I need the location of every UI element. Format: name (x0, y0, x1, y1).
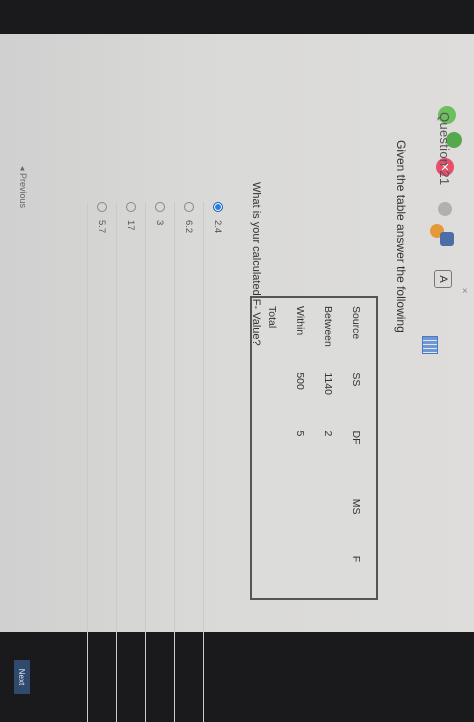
calculator-icon[interactable] (422, 336, 438, 354)
table-cell: 500 (294, 372, 306, 390)
table-row: Within 500 5 (286, 302, 314, 594)
table-row: Total (258, 302, 286, 594)
table-cell (314, 552, 342, 594)
radio-icon[interactable] (126, 202, 136, 212)
close-icon[interactable]: × (462, 286, 468, 297)
option-label: 2.4 (212, 220, 224, 234)
table-cell: 5 (294, 430, 306, 437)
table-cell (286, 495, 314, 552)
table-row: Between 1140 2 (314, 302, 342, 594)
table-cell (258, 495, 286, 552)
radio-icon[interactable] (97, 202, 107, 212)
col-header-f: F (350, 555, 362, 563)
table-cell: Total (266, 306, 278, 329)
option-label: 17 (125, 220, 137, 231)
col-header-ss: SS (350, 372, 362, 387)
question-prompt: Given the table answer the following (394, 140, 408, 333)
table-cell (314, 495, 342, 552)
answer-option[interactable]: 5.7 (87, 202, 116, 722)
quiz-page: Question 21 Given the table answer the f… (0, 74, 460, 722)
answer-option[interactable]: 2.4 (203, 202, 232, 722)
next-button[interactable]: Next (14, 660, 30, 694)
table-cell: 2 (322, 430, 334, 437)
monitor-screen: ✕ A × Question 21 Given the table answer… (0, 34, 474, 722)
option-label: 3 (154, 220, 166, 226)
option-label: 6.2 (183, 220, 195, 234)
table-header-row: Source SS DF MS F (342, 302, 370, 594)
table-cell: 1140 (322, 372, 334, 395)
anova-table: Source SS DF MS F Between 1140 2 Within … (250, 296, 378, 600)
answer-option[interactable]: 3 (145, 202, 174, 722)
col-header-df: DF (350, 430, 362, 445)
answer-options: 2.4 6.2 3 17 5.7 (87, 202, 232, 722)
table-cell: Within (294, 306, 306, 336)
radio-selected-icon[interactable] (213, 202, 223, 212)
table-cell (258, 552, 286, 594)
table-cell: Between (322, 306, 334, 347)
f-value-question: What is your calculated F- Value? (250, 182, 262, 346)
col-header-ms: MS (350, 498, 362, 515)
radio-icon[interactable] (184, 202, 194, 212)
table-cell (258, 427, 286, 495)
radio-icon[interactable] (155, 202, 165, 212)
table-cell (286, 552, 314, 594)
answer-option[interactable]: 17 (116, 202, 145, 722)
previous-button[interactable]: ◂ Previous (17, 166, 28, 208)
col-header-source: Source (350, 306, 362, 340)
question-number: Question 21 (437, 112, 452, 186)
option-label: 5.7 (96, 220, 108, 234)
table-cell (258, 368, 286, 426)
answer-option[interactable]: 6.2 (174, 202, 203, 722)
